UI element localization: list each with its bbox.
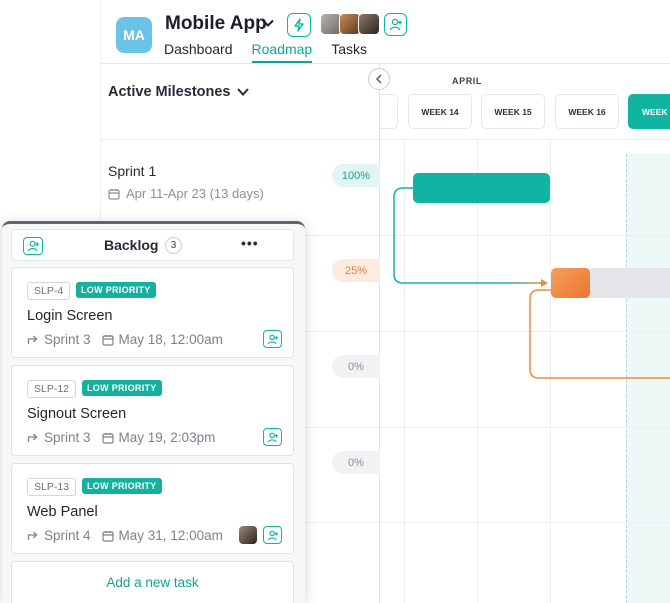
priority-badge: LOW PRIORITY bbox=[82, 380, 162, 396]
task-meta: Sprint 3 May 18, 12:00am bbox=[27, 332, 223, 347]
assign-button[interactable] bbox=[263, 330, 282, 348]
backlog-header: Backlog 3 ••• bbox=[11, 229, 294, 261]
task-date: May 18, 12:00am bbox=[118, 332, 223, 347]
calendar-icon bbox=[101, 530, 114, 542]
add-user-icon bbox=[267, 432, 278, 442]
task-meta: Sprint 3 May 19, 2:03pm bbox=[27, 430, 215, 445]
task-title: Signout Screen bbox=[27, 406, 127, 422]
task-sprint: Sprint 4 bbox=[44, 528, 91, 543]
more-options-button[interactable]: ••• bbox=[241, 235, 259, 251]
task-card[interactable]: SLP-12 LOW PRIORITY Signout Screen Sprin… bbox=[11, 365, 294, 456]
task-id: SLP-4 bbox=[27, 282, 71, 300]
priority-badge: LOW PRIORITY bbox=[76, 282, 156, 298]
assign-button[interactable] bbox=[263, 428, 282, 446]
add-member-button[interactable] bbox=[23, 237, 43, 255]
add-user-icon bbox=[267, 334, 278, 344]
task-card[interactable]: SLP-4 LOW PRIORITY Login Screen Sprint 3… bbox=[11, 267, 294, 358]
task-title: Web Panel bbox=[27, 504, 98, 520]
sprint-arrow-icon bbox=[27, 335, 38, 344]
add-user-icon bbox=[27, 240, 39, 252]
task-sprint: Sprint 3 bbox=[44, 430, 91, 445]
calendar-icon bbox=[101, 334, 114, 346]
task-id: SLP-12 bbox=[27, 380, 77, 398]
backlog-count-badge: 3 bbox=[165, 237, 182, 254]
milestone-bar[interactable] bbox=[413, 173, 550, 203]
assignee-avatar[interactable] bbox=[239, 526, 257, 544]
add-user-icon bbox=[267, 530, 278, 540]
add-task-button[interactable]: Add a new task bbox=[11, 561, 294, 603]
task-card[interactable]: SLP-13 LOW PRIORITY Web Panel Sprint 4 M… bbox=[11, 463, 294, 554]
backlog-title: Backlog bbox=[104, 237, 159, 253]
milestone-bar-progress[interactable] bbox=[551, 268, 590, 298]
task-date: May 31, 12:00am bbox=[118, 528, 223, 543]
arrow-head bbox=[541, 279, 548, 287]
task-date: May 19, 2:03pm bbox=[118, 430, 216, 445]
priority-badge: LOW PRIORITY bbox=[82, 478, 162, 494]
timeline-prev-button[interactable] bbox=[368, 68, 390, 90]
dependency-line bbox=[529, 289, 670, 379]
task-meta: Sprint 4 May 31, 12:00am bbox=[27, 528, 223, 543]
backlog-panel: Backlog 3 ••• SLP-4 LOW PRIORITY Login S… bbox=[2, 221, 305, 603]
task-id: SLP-13 bbox=[27, 478, 77, 496]
calendar-icon bbox=[101, 432, 114, 444]
assign-button[interactable] bbox=[263, 526, 282, 544]
sprint-arrow-icon bbox=[27, 531, 38, 540]
sprint-arrow-icon bbox=[27, 433, 38, 442]
chevron-left-icon bbox=[375, 74, 382, 84]
task-title: Login Screen bbox=[27, 308, 113, 324]
task-sprint: Sprint 3 bbox=[44, 332, 91, 347]
